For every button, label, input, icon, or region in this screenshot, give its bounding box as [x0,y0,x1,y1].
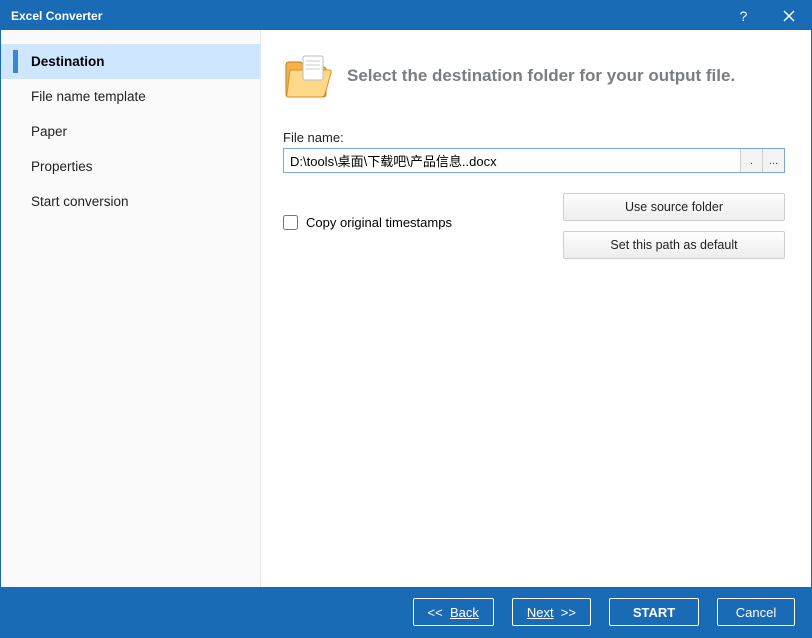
sidebar-item-label: File name template [31,89,146,104]
browse-button[interactable]: ... [762,149,784,172]
sidebar-item-label: Paper [31,124,67,139]
back-button[interactable]: << Back [413,598,494,626]
sidebar-item-start-conversion[interactable]: Start conversion [1,184,260,219]
close-icon [783,10,795,22]
file-name-input[interactable] [284,149,740,172]
copy-timestamps-checkbox[interactable] [283,215,298,230]
sidebar-item-label: Destination [31,54,105,69]
start-button[interactable]: START [609,598,699,626]
help-button[interactable]: ? [721,1,766,30]
sidebar: Destination File name template Paper Pro… [1,30,261,587]
right-buttons: Use source folder Set this path as defau… [563,193,785,259]
sidebar-item-label: Start conversion [31,194,129,209]
sidebar-item-file-name-template[interactable]: File name template [1,79,260,114]
next-label: Next [527,605,554,620]
folder-icon [283,52,335,100]
main-panel: Select the destination folder for your o… [261,30,811,587]
below-row: Copy original timestamps Use source fold… [283,183,785,259]
file-name-row: . ... [283,148,785,173]
sidebar-item-label: Properties [31,159,93,174]
set-default-path-button[interactable]: Set this path as default [563,231,785,259]
dot-button[interactable]: . [740,149,762,172]
file-name-label: File name: [283,130,785,145]
copy-timestamps-label: Copy original timestamps [306,215,452,230]
copy-timestamps-row[interactable]: Copy original timestamps [283,185,452,259]
cancel-button[interactable]: Cancel [717,598,795,626]
use-source-folder-button[interactable]: Use source folder [563,193,785,221]
back-label: Back [450,605,479,620]
window-title: Excel Converter [11,9,721,23]
window: Excel Converter ? Destination File name … [0,0,812,638]
body: Destination File name template Paper Pro… [1,30,811,587]
next-button[interactable]: Next >> [512,598,591,626]
sidebar-item-properties[interactable]: Properties [1,149,260,184]
close-button[interactable] [766,1,811,30]
footer: << Back Next >> START Cancel [1,587,811,637]
header-row: Select the destination folder for your o… [283,52,785,100]
titlebar: Excel Converter ? [1,1,811,30]
sidebar-item-paper[interactable]: Paper [1,114,260,149]
page-heading: Select the destination folder for your o… [347,66,735,86]
sidebar-item-destination[interactable]: Destination [1,44,260,79]
